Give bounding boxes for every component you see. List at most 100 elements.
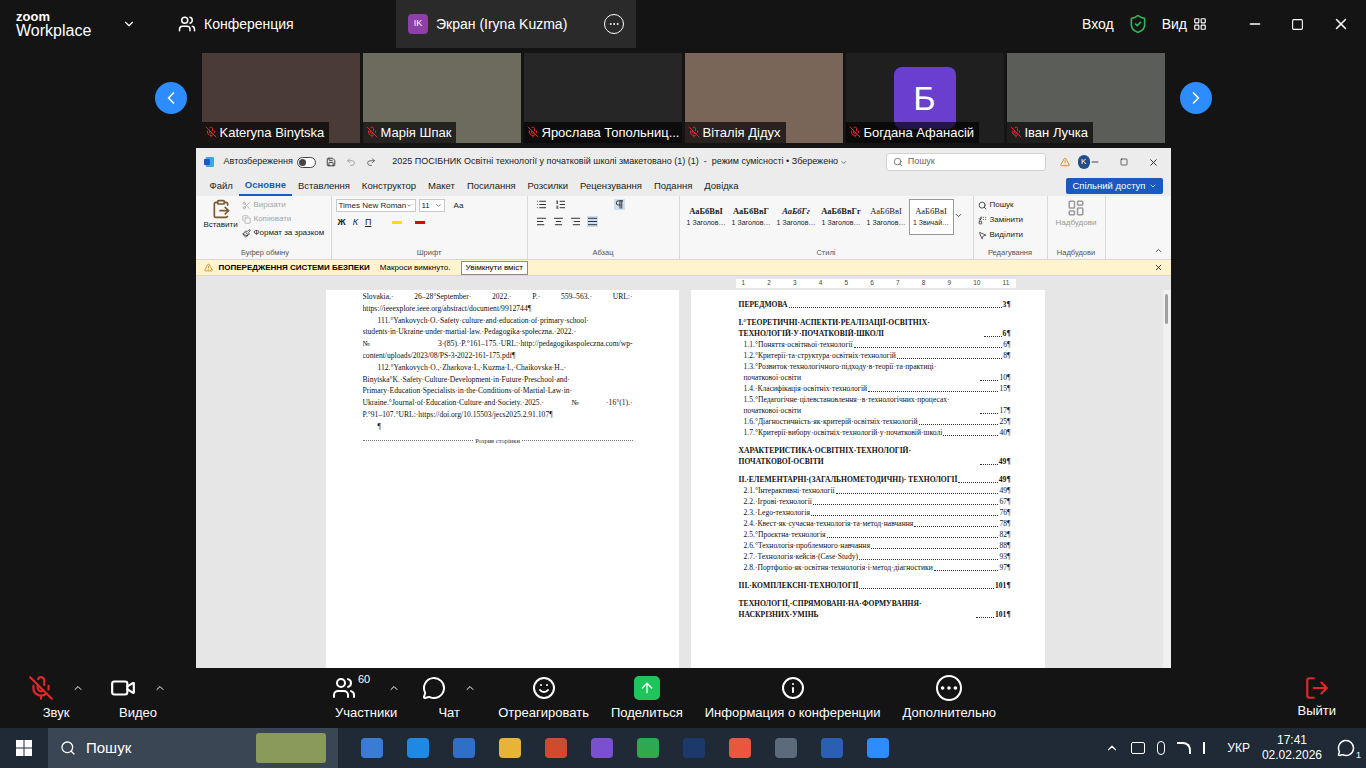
editing-item[interactable]: Пошук <box>978 199 1024 211</box>
taskbar-app[interactable] <box>586 728 618 768</box>
toolbar-button[interactable]: Поделиться <box>603 673 691 723</box>
taskbar-app[interactable] <box>448 728 480 768</box>
ribbon-tab[interactable]: Рецензування <box>574 176 648 196</box>
toc-entry[interactable]: 1.6.°Діагностичність·як·критерій·освітні… <box>739 416 1011 427</box>
ribbon-tab[interactable]: Макет <box>422 176 461 196</box>
style-item[interactable]: АаБбВвГ1 Заголов… <box>729 199 774 235</box>
save-icon[interactable] <box>326 156 336 168</box>
ribbon-tab[interactable]: Розсилки <box>522 176 574 196</box>
ribbon-tab[interactable]: Вставлення <box>292 176 356 196</box>
bullets-icon[interactable] <box>536 199 547 210</box>
meeting-tab[interactable]: Конференция <box>166 0 396 48</box>
menu-caret-icon[interactable] <box>388 682 400 694</box>
align-right-icon[interactable] <box>570 216 581 227</box>
style-item[interactable]: АаБбВвІ1 Заголов… <box>864 199 909 235</box>
editing-item[interactable]: Виділити <box>978 229 1024 241</box>
format-button[interactable]: К <box>353 216 358 230</box>
toc-entry[interactable]: ХАРАКТЕРИСТИКА·ОСВІТНІХ·ТЕХНОЛОГІЙ· ПОЧА… <box>739 445 1011 467</box>
leave-button[interactable]: Выйти <box>1298 675 1347 721</box>
taskbar-app[interactable] <box>770 728 802 768</box>
align-center-icon[interactable] <box>553 216 564 227</box>
toolbar-button[interactable]: Видео <box>102 673 174 723</box>
format-button[interactable]: П <box>365 216 371 230</box>
show-marks-icon[interactable] <box>614 199 625 210</box>
collapse-ribbon-icon[interactable] <box>1154 246 1163 255</box>
participant-tile[interactable]: ББогдана Афанасій <box>846 53 1004 143</box>
taskbar-app[interactable] <box>724 728 756 768</box>
styles-more-icon[interactable] <box>954 211 963 220</box>
toc-entry[interactable]: 1.1.°Поняття·освітньої·технології6¶ <box>739 339 1011 350</box>
toolbar-button[interactable]: Чат <box>414 673 484 723</box>
toc-entry[interactable]: 2.5.°Проєктна·технологія82¶ <box>739 529 1011 540</box>
clock[interactable]: 17:4102.02.2026 <box>1262 733 1322 763</box>
notification-center[interactable]: 1 <box>1334 736 1358 760</box>
toolbar-button[interactable]: Информация о конференции <box>697 673 889 723</box>
numbering-icon[interactable] <box>555 199 566 210</box>
ribbon-tab[interactable]: Файл <box>204 176 239 196</box>
editing-item[interactable]: Замінити <box>978 214 1024 226</box>
toolbar-button[interactable]: 60Участники <box>324 673 408 723</box>
redo-icon[interactable] <box>366 156 376 168</box>
ribbon-tab[interactable]: Конструктор <box>356 176 422 196</box>
maximize-icon[interactable] <box>1291 18 1304 31</box>
microphone-tray-icon[interactable] <box>1157 741 1165 755</box>
taskbar-app[interactable] <box>540 728 572 768</box>
share-button[interactable]: Спільний доступ <box>1066 178 1162 194</box>
volume-icon[interactable] <box>1203 742 1215 754</box>
paste-button[interactable]: Вставити <box>204 199 238 231</box>
toc-entry[interactable]: ПЕРЕДМОВА3¶ <box>739 299 1011 310</box>
title-menu-icon[interactable] <box>840 158 848 167</box>
participant-tile[interactable]: Ярослава Топольниц... <box>524 53 682 143</box>
clipboard-item[interactable]: Копіювати <box>242 213 325 225</box>
font-name-field[interactable]: Times New Roman <box>336 199 416 212</box>
taskbar-app[interactable] <box>862 728 894 768</box>
user-avatar[interactable]: K <box>1078 155 1090 169</box>
word-close-icon[interactable] <box>1148 157 1159 168</box>
vertical-scrollbar[interactable] <box>1163 290 1171 668</box>
taskbar-search[interactable]: Пошук <box>48 728 338 768</box>
format-button[interactable]: Ж <box>338 216 346 230</box>
word-minimize-icon[interactable] <box>1090 157 1100 167</box>
participant-tile[interactable]: Марія Шпак <box>363 53 521 143</box>
font-color-swatch[interactable] <box>415 221 425 224</box>
dismiss-icon[interactable] <box>1154 263 1163 272</box>
warning-icon[interactable] <box>1060 156 1070 168</box>
tray-expand-icon[interactable] <box>1105 741 1119 755</box>
highlight-swatch[interactable] <box>392 221 402 224</box>
enable-content-button[interactable]: Увімкнути вміст <box>461 261 529 275</box>
taskbar-app[interactable] <box>632 728 664 768</box>
style-item[interactable]: АаБбВвІ1 Заголов… <box>684 199 729 235</box>
toc-entry[interactable]: 1.5.°Педагогічне·цілевстановлення··в·тех… <box>739 394 1011 416</box>
participant-tile[interactable]: Іван Лучка <box>1007 53 1165 143</box>
toolbar-button[interactable]: Дополнительно <box>895 673 1005 723</box>
next-page-button[interactable] <box>1180 82 1212 114</box>
toc-entry[interactable]: ІІ.·ЕЛЕМЕНТАРНІ·(ЗАГАЛЬНОМЕТОДИЧНІ)· ТЕХ… <box>739 474 1011 485</box>
meeting-tab[interactable]: IKЭкран (Iryna Kuzma) <box>396 0 636 48</box>
language-indicator[interactable]: УКР <box>1227 739 1250 757</box>
view-button[interactable]: Вид <box>1162 14 1207 35</box>
toc-entry[interactable]: І.°ТЕОРЕТИЧНІ·АСПЕКТИ·РЕАЛІЗАЦІЇ·ОСВІТНІ… <box>739 317 1011 339</box>
taskbar-app[interactable] <box>356 728 388 768</box>
taskbar-app[interactable] <box>678 728 710 768</box>
menu-caret-icon[interactable] <box>72 682 84 694</box>
autosave-toggle[interactable] <box>297 157 316 168</box>
participant-tile[interactable]: Kateryna Binytska <box>202 53 360 143</box>
menu-caret-icon[interactable] <box>154 682 166 694</box>
undo-icon[interactable] <box>346 156 356 168</box>
toc-entry[interactable]: ТЕХНОЛОГІЇ,·СПРЯМОВАНІ·НА·ФОРМУВАННЯ· НА… <box>739 598 1011 620</box>
addins-button[interactable]: Надбудови <box>1052 199 1101 229</box>
toc-entry[interactable]: ІІІ.·КОМПЛЕКСНІ·ТЕХНОЛОГІЇ101¶ <box>739 580 1011 591</box>
menu-caret-icon[interactable] <box>464 682 476 694</box>
toc-entry[interactable]: 2.7.·Технологія·кейсів·(Case·Study)93¶ <box>739 551 1011 562</box>
toc-entry[interactable]: 1.2.°Критерії·та·структура·освітніх·техн… <box>739 350 1011 361</box>
start-button[interactable] <box>0 728 48 768</box>
toc-entry[interactable]: 2.1.°Інтерактивні·технології49¶ <box>739 485 1011 496</box>
align-justify-icon[interactable] <box>587 216 598 227</box>
toc-entry[interactable]: 2.6.°Технологія·проблемного·навчання88¶ <box>739 540 1011 551</box>
previous-page-button[interactable] <box>155 82 187 114</box>
search-box[interactable]: Пошук <box>886 153 1046 171</box>
clipboard-item[interactable]: Формат за зразком <box>242 227 325 239</box>
toc-entry[interactable]: 2.3.·Lego-технологія76¶ <box>739 507 1011 518</box>
toc-entry[interactable]: 2.2.·Ігрові·технології67¶ <box>739 496 1011 507</box>
style-item[interactable]: АаБбВвГг1 Заголов… <box>819 199 864 235</box>
